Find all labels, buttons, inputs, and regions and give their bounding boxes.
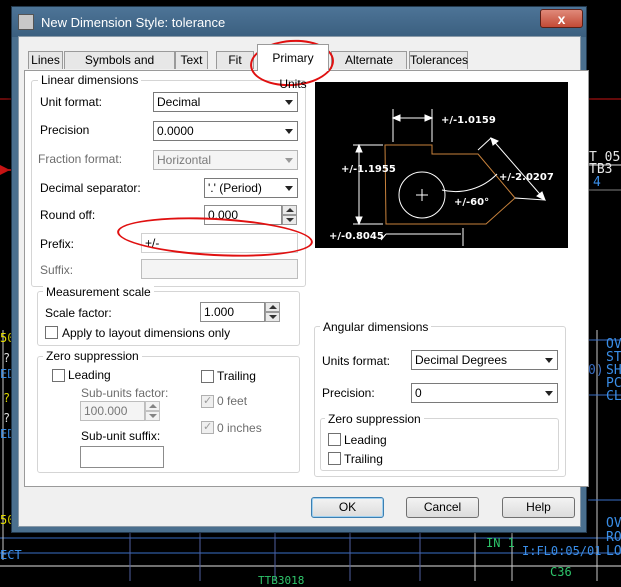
tab-symbols-and-arrows[interactable]: Symbols and Arrows [64, 51, 175, 84]
cad-text: ? [3, 411, 11, 425]
angular-leading-label: Leading [344, 433, 387, 447]
close-button[interactable]: x [540, 9, 583, 28]
tab-primary-units[interactable]: Primary Units [257, 44, 329, 91]
prefix-label: Prefix: [40, 237, 75, 251]
help-button[interactable]: Help [502, 497, 575, 518]
round-off-label: Round off: [40, 208, 96, 222]
chevron-down-icon [285, 129, 293, 134]
zero-feet-label: 0 feet [217, 394, 248, 408]
angular-precision-dropdown[interactable]: 0 [411, 383, 558, 403]
cad-text: ECT [0, 548, 22, 562]
fraction-format-value: Horizontal [157, 153, 212, 167]
cad-text: I:FL0:05/01 [522, 544, 602, 558]
angular-units-format-label: Units format: [322, 354, 391, 368]
app-icon [18, 14, 34, 30]
spinner-down-icon[interactable] [282, 215, 297, 225]
tab-tolerances[interactable]: Tolerances [409, 51, 468, 69]
scale-factor-label: Scale factor: [45, 306, 112, 320]
zero-suppression-title: Zero suppression [43, 349, 142, 363]
scale-factor-spinner[interactable] [265, 302, 280, 322]
unit-format-label: Unit format: [40, 95, 103, 109]
chevron-down-icon [285, 186, 293, 191]
chevron-down-icon [285, 100, 293, 105]
decimal-separator-value: '.' (Period) [208, 181, 262, 195]
angular-units-format-dropdown[interactable]: Decimal Degrees [411, 350, 558, 370]
linear-dimensions-title: Linear dimensions [38, 73, 142, 87]
zero-inches-label: 0 inches [217, 421, 262, 435]
cad-text: RO [606, 530, 621, 545]
cad-text: C36 [550, 565, 572, 579]
fraction-format-dropdown[interactable]: Horizontal [153, 150, 298, 170]
spinner-up-icon[interactable] [282, 205, 297, 215]
suffix-label: Suffix: [40, 263, 74, 277]
dialog-title: New Dimension Style: tolerance [41, 15, 226, 30]
decimal-separator-label: Decimal separator: [40, 181, 141, 195]
preview-dim-right: +/-2.0207 [499, 172, 554, 183]
chevron-down-icon [545, 358, 553, 363]
angular-precision-value: 0 [415, 386, 422, 400]
cad-text: 4 [593, 175, 601, 190]
tab-text[interactable]: Text [175, 51, 208, 69]
ok-button[interactable]: OK [311, 497, 384, 518]
tab-lines[interactable]: Lines [28, 51, 63, 69]
spinner-up-icon[interactable] [145, 401, 160, 411]
leading-checkbox[interactable] [52, 369, 65, 382]
chevron-down-icon [545, 391, 553, 396]
subunit-suffix-input[interactable] [80, 446, 164, 468]
spinner-down-icon[interactable] [265, 312, 280, 322]
tab-alternate-units[interactable]: Alternate Units [331, 51, 407, 84]
scale-factor-input[interactable]: 1.000 [200, 302, 265, 322]
angular-leading-checkbox[interactable] [328, 433, 341, 446]
suffix-input[interactable] [141, 259, 298, 279]
leading-label: Leading [68, 368, 111, 382]
cad-text: IN 1 [486, 536, 515, 550]
chevron-down-icon [285, 158, 293, 163]
round-off-spinner[interactable] [282, 205, 297, 225]
unit-format-dropdown[interactable]: Decimal [153, 92, 298, 112]
zero-feet-checkbox[interactable] [201, 394, 214, 408]
subunits-factor-label: Sub-units factor: [81, 386, 169, 400]
preview-dim-top: +/-1.0159 [441, 115, 496, 126]
preview-dim-bottom: +/-0.8045 [329, 231, 384, 242]
precision-value: 0.0000 [157, 124, 194, 138]
angular-precision-label: Precision: [322, 386, 375, 400]
unit-format-value: Decimal [157, 95, 201, 109]
preview-dim-angle: +/-60° [454, 197, 489, 208]
spinner-down-icon[interactable] [145, 411, 160, 421]
subunit-suffix-label: Sub-unit suffix: [81, 429, 161, 443]
angular-trailing-checkbox[interactable] [328, 452, 341, 465]
apply-layout-checkbox[interactable] [45, 326, 58, 339]
subunits-factor-spinner[interactable] [145, 401, 160, 421]
title-bar[interactable]: New Dimension Style: tolerance x [12, 7, 586, 37]
dimension-preview: +/-1.0159 +/-1.1955 +/-2.0207 +/-60° +/-… [315, 82, 568, 248]
zero-inches-checkbox[interactable] [201, 420, 214, 434]
cad-text: CL [606, 389, 621, 404]
measurement-scale-title: Measurement scale [43, 285, 154, 299]
trailing-label: Trailing [217, 369, 256, 383]
angular-units-format-value: Decimal Degrees [415, 353, 508, 367]
cad-text: OV [606, 516, 621, 531]
apply-layout-label: Apply to layout dimensions only [62, 326, 231, 340]
cad-text: ? [3, 351, 11, 365]
preview-dim-left: +/-1.1955 [341, 164, 396, 175]
precision-dropdown[interactable]: 0.0000 [153, 121, 298, 141]
angular-zero-suppression-title: Zero suppression [325, 412, 424, 426]
trailing-checkbox[interactable] [201, 370, 214, 383]
cad-text: LO [606, 544, 621, 559]
cad-text: 0) [588, 363, 604, 378]
angular-trailing-label: Trailing [344, 452, 383, 466]
precision-label: Precision [40, 123, 90, 137]
tab-fit[interactable]: Fit [216, 51, 254, 69]
cancel-button[interactable]: Cancel [406, 497, 479, 518]
angular-dimensions-title: Angular dimensions [320, 320, 432, 334]
subunits-factor-input[interactable]: 100.000 [80, 401, 145, 421]
fraction-format-label: Fraction format: [38, 152, 123, 166]
decimal-separator-dropdown[interactable]: '.' (Period) [204, 178, 298, 198]
cad-text: ? [3, 391, 11, 405]
spinner-up-icon[interactable] [265, 302, 280, 312]
